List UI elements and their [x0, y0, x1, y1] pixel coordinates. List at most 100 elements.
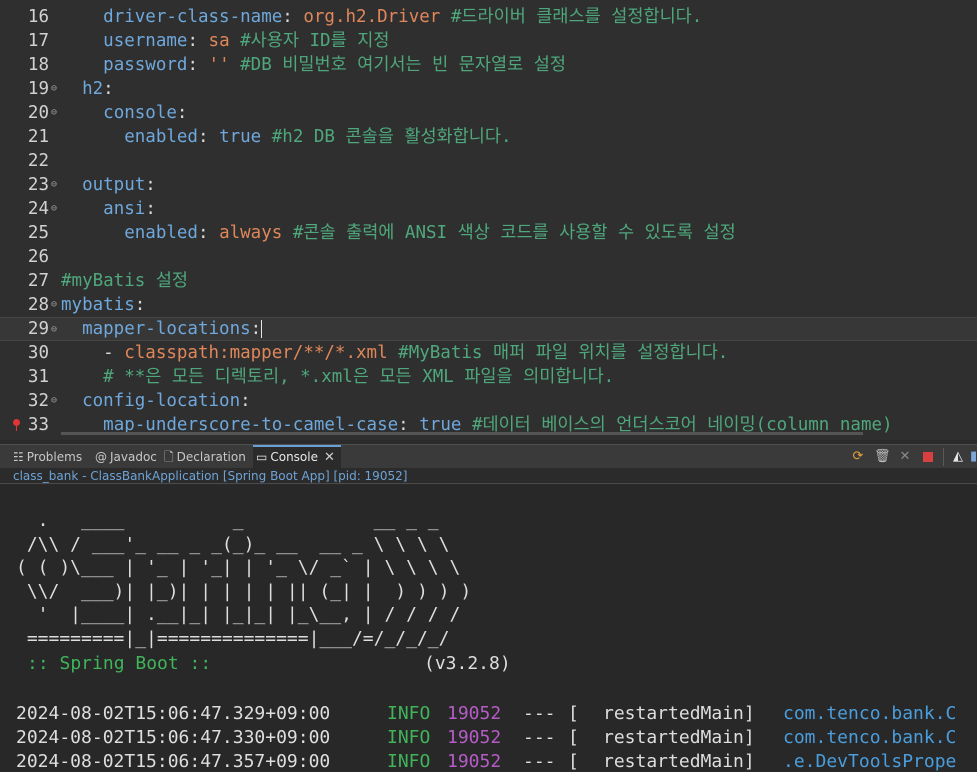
code-token: :	[187, 31, 209, 51]
tab-javadoc[interactable]: @ Javadoc	[95, 445, 157, 469]
clear-console-icon[interactable]: ◭	[950, 449, 966, 465]
code-text: - classpath:mapper/**/*.xml #MyBatis 매퍼 …	[61, 341, 728, 365]
terminate-button[interactable]	[920, 449, 936, 465]
code-line[interactable]: 27 #myBatis 설정	[0, 269, 977, 293]
code-editor[interactable]: 16 driver-class-name: org.h2.Driver #드라이…	[0, 0, 977, 440]
code-line[interactable]: 16 driver-class-name: org.h2.Driver #드라이…	[0, 5, 977, 29]
pin-console-icon[interactable]: ▮	[970, 449, 977, 465]
log-pid: 19052	[447, 751, 502, 772]
breakpoint-marker-icon[interactable]	[13, 419, 20, 431]
code-token: enabled	[124, 223, 198, 243]
line-number: 21	[27, 127, 49, 147]
log-logger[interactable]: com.tenco.bank.C	[783, 702, 956, 726]
code-line[interactable]: 32 ⊖ config-location:	[0, 389, 977, 413]
code-line[interactable]: 28 ⊖ mybatis:	[0, 293, 977, 317]
line-number: 27	[27, 271, 49, 291]
code-token: mybatis	[61, 295, 135, 315]
code-token: h2	[82, 79, 104, 99]
code-token: # **은 모든 디렉토리, *.xml은 모든 XML 파일을 의미합니다.	[103, 367, 615, 387]
code-line[interactable]: 23 ⊖ output:	[0, 173, 977, 197]
fold-toggle-icon[interactable]: ⊖	[51, 389, 59, 413]
tab-declaration[interactable]: 🗋 Declaration	[164, 445, 246, 469]
code-token: enabled	[124, 127, 198, 147]
fold-toggle-icon[interactable]: ⊖	[51, 77, 59, 101]
tab-label: Console	[270, 450, 318, 464]
code-line[interactable]: 20 ⊖ console:	[0, 101, 977, 125]
code-token: :	[197, 127, 220, 147]
code-token: output	[82, 175, 146, 195]
fold-toggle-icon[interactable]: ⊖	[51, 318, 59, 342]
code-line[interactable]: 30 - classpath:mapper/**/*.xml #MyBatis …	[0, 341, 977, 365]
code-text: h2:	[61, 77, 114, 101]
code-token: always	[219, 223, 283, 243]
code-text: console:	[61, 101, 187, 125]
banner-line: ' |____| .__|_| |_|_| |_\__, | / / / /	[16, 604, 461, 625]
code-line[interactable]: 31 # **은 모든 디렉토리, *.xml은 모든 XML 파일을 의미합니…	[0, 365, 977, 389]
remove-launch-icon[interactable]: 🗑	[874, 449, 891, 465]
problems-icon: ☷	[13, 450, 24, 464]
close-tab-icon[interactable]: ✕	[324, 447, 335, 468]
code-line[interactable]: 17 username: sa #사용자 ID를 지정	[0, 29, 977, 53]
line-number: 29	[27, 319, 49, 339]
log-logger[interactable]: com.tenco.bank.C	[783, 726, 956, 750]
code-token: sa	[208, 31, 230, 51]
fold-toggle-icon[interactable]: ⊖	[51, 197, 59, 221]
log-separator: ---	[523, 751, 556, 772]
code-token: :	[282, 7, 304, 27]
log-line: 2024-08-02T15:06:47.329+09:00 INFO 19052 --…	[16, 702, 977, 726]
line-number: 16	[27, 7, 49, 27]
remove-all-terminated-icon[interactable]: ✕	[897, 449, 913, 465]
code-token: :	[145, 175, 156, 195]
fold-toggle-icon[interactable]: ⊖	[51, 293, 59, 317]
code-line[interactable]: 24 ⊖ ansi:	[0, 197, 977, 221]
code-line[interactable]: 26	[0, 245, 977, 269]
code-token: :	[240, 391, 251, 411]
log-thread: restartedMain]	[603, 703, 755, 724]
fold-toggle-icon[interactable]: ⊖	[51, 173, 59, 197]
text-caret	[261, 320, 263, 338]
tab-label: Javadoc	[110, 450, 157, 464]
code-line[interactable]: 29 ⊖ mapper-locations:	[0, 317, 977, 341]
code-line[interactable]: 25 enabled: always #콘솔 출력에 ANSI 색상 코드를 사…	[0, 221, 977, 245]
line-number: 20	[27, 103, 49, 123]
code-token: org.h2.Driver	[303, 7, 441, 27]
code-line[interactable]: 21 enabled: true #h2 DB 콘솔을 활성화합니다.	[0, 125, 977, 149]
code-line[interactable]: 22	[0, 149, 977, 173]
code-line[interactable]: 18 password: '' #DB 비밀번호 여기서는 빈 문자열로 설정	[0, 53, 977, 77]
console-icon: ▭	[256, 450, 268, 464]
code-token: ansi	[103, 199, 146, 219]
fold-toggle-icon[interactable]: ⊖	[51, 101, 59, 125]
code-text: #myBatis 설정	[61, 269, 188, 293]
log-logger[interactable]: .e.DevToolsPrope	[783, 750, 956, 772]
tab-label: Problems	[26, 450, 83, 464]
code-token: #myBatis 설정	[61, 271, 189, 291]
line-number: 31	[27, 367, 49, 387]
console-output[interactable]: . ____ _ __ _ _ /\\ / ___'_ __ _ _(_)_ _…	[0, 485, 977, 772]
log-separator: ---	[523, 703, 556, 724]
editor-horizontal-scrollbar[interactable]	[61, 432, 863, 435]
editor-lines: 16 driver-class-name: org.h2.Driver #드라이…	[0, 5, 977, 437]
code-line[interactable]: 19 ⊖ h2:	[0, 77, 977, 101]
code-text: enabled: always #콘솔 출력에 ANSI 색상 코드를 사용할 …	[61, 221, 735, 245]
tab-console[interactable]: ▭ Console ✕	[253, 445, 341, 469]
code-token: true	[219, 127, 262, 147]
line-number: 18	[27, 55, 49, 75]
code-token: #사용자 ID를 지정	[229, 31, 390, 51]
spring-boot-version: (v3.2.8)	[424, 653, 511, 674]
view-tab-bar: ☷ Problems @ Javadoc 🗋 Declaration ▭ Console ✕ ⟳…	[0, 444, 977, 469]
code-token: ''	[208, 55, 230, 75]
log-bracket: [	[568, 727, 579, 748]
code-token: console	[103, 103, 177, 123]
scroll-lock-icon[interactable]: ⟳	[850, 449, 866, 465]
code-token: :	[187, 55, 209, 75]
code-text: enabled: true #h2 DB 콘솔을 활성화합니다.	[61, 125, 511, 149]
tab-problems[interactable]: ☷ Problems	[13, 445, 82, 469]
line-number: 23	[27, 175, 49, 195]
spring-boot-label: :: Spring Boot ::	[27, 653, 212, 674]
